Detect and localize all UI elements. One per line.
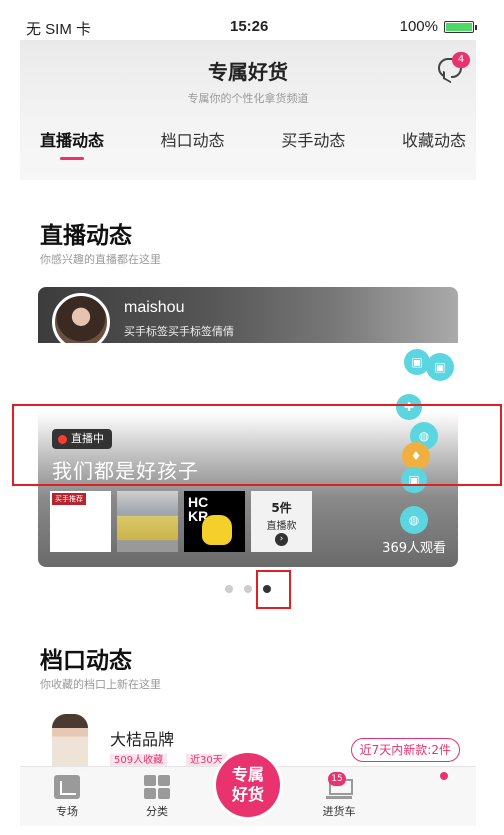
store-section-title: 档口动态 [40, 648, 132, 674]
tab-buyer[interactable]: 买手动态 [281, 128, 345, 160]
tabbar-market-label: 专场 [56, 805, 78, 818]
viewer-count: 369人观看 [382, 541, 446, 556]
page-dot[interactable] [244, 585, 252, 593]
cart-badge: 15 [328, 772, 346, 786]
tab-favorites[interactable]: 收藏动态 [402, 128, 466, 160]
status-time: 15:26 [230, 18, 269, 35]
page-dot[interactable] [225, 585, 233, 593]
product-thumb[interactable] [117, 491, 178, 552]
pikachu-graphic [202, 515, 232, 545]
battery-percent: 100% [399, 18, 438, 35]
page-title: 专属好货 [208, 60, 288, 84]
store-section-subtitle: 你收藏的档口上新在这里 [40, 678, 161, 691]
tabbar-category-label: 分类 [146, 805, 168, 818]
message-badge: 4 [452, 52, 470, 68]
highlight-box-dot [256, 570, 291, 609]
live-section-subtitle: 你感兴趣的直播都在这里 [40, 253, 161, 266]
carrier-label: 无 SIM 卡 [26, 21, 92, 38]
basketball-icon: ◍ [400, 506, 428, 534]
exclusive-goods-label: 专属好货 [231, 765, 264, 804]
tabbar-market[interactable]: 专场 [42, 775, 92, 819]
category-icon [144, 775, 170, 799]
host-name: maishou [124, 299, 185, 316]
tab-stall[interactable]: 档口动态 [161, 128, 225, 160]
new-items-badge[interactable]: 近7天内新款:2件 [350, 738, 460, 762]
arrow-right-icon: › [275, 533, 288, 546]
exclusive-goods-button[interactable]: 专属好货 [216, 753, 280, 817]
host-tag: 买手标签买手标签倩倩 [124, 325, 234, 338]
store-avatar [52, 714, 88, 770]
notification-dot [440, 772, 448, 780]
product-thumb[interactable]: HC KR [184, 491, 245, 552]
more-items-button[interactable]: 5件 直播款 › [251, 491, 312, 552]
tabbar-category[interactable]: 分类 [132, 775, 182, 819]
tabbar-cart-label: 进货车 [322, 805, 356, 818]
page-subtitle: 专属你的个性化拿货频道 [187, 92, 309, 105]
tab-live[interactable]: 直播动态 [40, 128, 104, 160]
market-icon [54, 775, 80, 799]
battery-icon [444, 20, 477, 33]
status-bar: 无 SIM 卡 15:26 100% [0, 0, 504, 40]
feed-tabs: 直播动态 档口动态 买手动态 收藏动态 [20, 128, 476, 168]
highlight-box-title [12, 404, 502, 486]
live-section-title: 直播动态 [40, 223, 132, 249]
store-name: 大桔品牌 [110, 730, 175, 749]
product-thumb[interactable]: 买手推荐 [50, 491, 111, 552]
buyer-pick-tag: 买手推荐 [52, 493, 86, 505]
camera-icon: ▣ [426, 353, 454, 381]
items-label: 直播款 [266, 521, 297, 532]
status-right: 100% [399, 18, 477, 35]
items-count: 5件 [271, 501, 292, 515]
